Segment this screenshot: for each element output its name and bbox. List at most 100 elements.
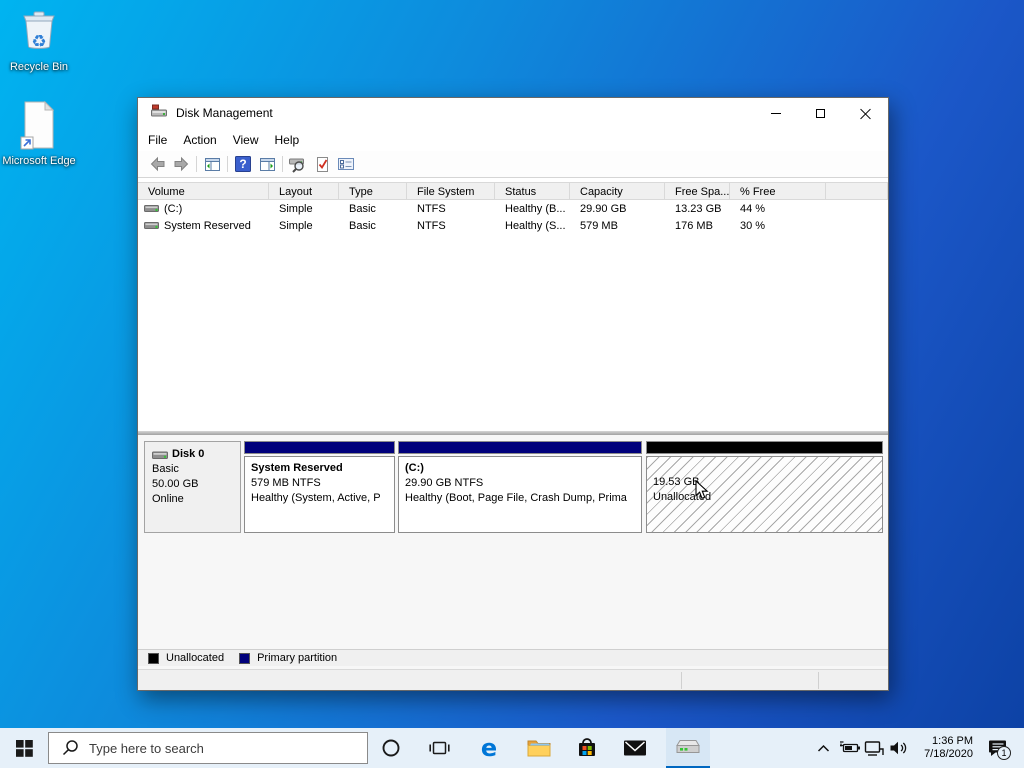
file-explorer-icon bbox=[527, 738, 551, 758]
mail-icon bbox=[623, 739, 647, 757]
row-type: Basic bbox=[339, 203, 407, 215]
task-view-button[interactable] bbox=[416, 728, 462, 768]
cortana-icon bbox=[381, 738, 401, 758]
column-header-type[interactable]: Type bbox=[339, 183, 407, 199]
rescan-disks-button[interactable] bbox=[286, 153, 310, 175]
menu-help[interactable]: Help bbox=[267, 130, 308, 150]
help-icon: ? bbox=[235, 156, 251, 172]
taskbar-mail-button[interactable] bbox=[612, 728, 658, 768]
close-icon bbox=[860, 108, 871, 119]
disk0-header-panel[interactable]: Disk 0 Basic 50.00 GB Online bbox=[144, 441, 241, 533]
start-button[interactable] bbox=[0, 728, 48, 768]
taskbar-clock[interactable]: 1:36 PM 7/18/2020 bbox=[903, 728, 975, 768]
cortana-button[interactable] bbox=[368, 728, 414, 768]
desktop-icon-recycle-bin[interactable]: ♻ Recycle Bin bbox=[0, 8, 78, 74]
row-layout: Simple bbox=[269, 203, 339, 215]
legend-unallocated-swatch bbox=[148, 653, 159, 664]
title-bar[interactable]: Disk Management bbox=[138, 98, 888, 128]
row-status: Healthy (S... bbox=[495, 220, 570, 232]
desktop-icon-microsoft-edge[interactable]: Microsoft Edge bbox=[0, 100, 78, 168]
taskbar: e bbox=[0, 728, 1024, 768]
help-button[interactable]: ? bbox=[231, 153, 255, 175]
check-document-icon bbox=[314, 156, 331, 173]
search-input[interactable] bbox=[89, 741, 339, 756]
show-console-tree-button[interactable] bbox=[200, 153, 224, 175]
notification-badge: 1 bbox=[997, 746, 1011, 760]
row-free-space: 13.23 GB bbox=[665, 203, 730, 215]
legend-bar: Unallocated Primary partition bbox=[138, 649, 888, 666]
volume-list-pane: Volume Layout Type File System Status Ca… bbox=[138, 178, 888, 431]
toolbar-separator bbox=[227, 156, 228, 172]
clock-time: 1:36 PM bbox=[932, 735, 973, 748]
column-header-volume[interactable]: Volume bbox=[138, 183, 269, 199]
microsoft-store-icon bbox=[575, 736, 599, 760]
volume-list-header: Volume Layout Type File System Status Ca… bbox=[138, 182, 888, 200]
column-header-capacity[interactable]: Capacity bbox=[570, 183, 665, 199]
recycle-bin-label: Recycle Bin bbox=[0, 60, 78, 74]
disk0-name: Disk 0 bbox=[172, 447, 204, 462]
table-row[interactable]: System Reserved Simple Basic NTFS Health… bbox=[138, 217, 888, 234]
taskbar-search[interactable] bbox=[48, 732, 368, 764]
partition-detail: 579 MB NTFS bbox=[251, 476, 394, 491]
window-title: Disk Management bbox=[176, 106, 273, 120]
menu-action[interactable]: Action bbox=[175, 130, 224, 150]
partition-system-reserved[interactable]: System Reserved 579 MB NTFS Healthy (Sys… bbox=[244, 441, 395, 533]
column-header-file-system[interactable]: File System bbox=[407, 183, 495, 199]
battery-charging-icon bbox=[839, 740, 862, 756]
legend-primary-swatch bbox=[239, 653, 250, 664]
menu-view[interactable]: View bbox=[225, 130, 267, 150]
hidden-icons-button[interactable] bbox=[812, 728, 834, 768]
column-header-status[interactable]: Status bbox=[495, 183, 570, 199]
column-header-layout[interactable]: Layout bbox=[269, 183, 339, 199]
chevron-up-icon bbox=[817, 744, 830, 753]
row-volume: (C:) bbox=[164, 203, 182, 215]
column-header-free-space[interactable]: Free Spa... bbox=[665, 183, 730, 199]
column-header-pct-free[interactable]: % Free bbox=[730, 183, 826, 199]
recycle-bin-icon: ♻ bbox=[0, 8, 78, 58]
show-action-pane-button[interactable] bbox=[255, 153, 279, 175]
taskbar-file-explorer-button[interactable] bbox=[516, 728, 562, 768]
taskbar-disk-management-button[interactable] bbox=[666, 728, 710, 768]
disk0-size: 50.00 GB bbox=[152, 477, 240, 492]
row-free-space: 176 MB bbox=[665, 220, 730, 232]
clock-date: 7/18/2020 bbox=[924, 748, 973, 761]
search-icon bbox=[61, 739, 79, 757]
edge-icon: e bbox=[476, 735, 502, 761]
maximize-button[interactable] bbox=[798, 98, 843, 128]
row-capacity: 29.90 GB bbox=[570, 203, 665, 215]
partition-c-drive[interactable]: (C:) 29.90 GB NTFS Healthy (Boot, Page F… bbox=[398, 441, 642, 533]
row-file-system: NTFS bbox=[407, 220, 495, 232]
taskbar-store-button[interactable] bbox=[564, 728, 610, 768]
disk-management-icon bbox=[675, 737, 701, 757]
partition-status: Healthy (System, Active, P bbox=[251, 491, 394, 506]
battery-tray-button[interactable] bbox=[838, 728, 862, 768]
row-status: Healthy (B... bbox=[495, 203, 570, 215]
close-button[interactable] bbox=[843, 98, 888, 128]
disk0-type: Basic bbox=[152, 462, 240, 477]
row-type: Basic bbox=[339, 220, 407, 232]
minimize-button[interactable] bbox=[753, 98, 798, 128]
mouse-cursor bbox=[695, 480, 709, 500]
partition-unallocated[interactable]: 19.53 GB Unallocated bbox=[646, 441, 883, 533]
legend-primary-label: Primary partition bbox=[257, 652, 337, 664]
network-tray-button[interactable] bbox=[862, 728, 886, 768]
check-disk-button[interactable] bbox=[310, 153, 334, 175]
properties-button[interactable] bbox=[334, 153, 358, 175]
svg-text:e: e bbox=[481, 735, 497, 761]
menu-file[interactable]: File bbox=[140, 130, 175, 150]
minimize-icon bbox=[771, 113, 781, 114]
table-row[interactable]: (C:) Simple Basic NTFS Healthy (B... 29.… bbox=[138, 200, 888, 217]
svg-text:?: ? bbox=[239, 157, 246, 171]
row-pct-free: 30 % bbox=[730, 220, 826, 232]
taskbar-edge-button[interactable]: e bbox=[466, 728, 512, 768]
partition-name: (C:) bbox=[405, 461, 641, 476]
unallocated-label: Unallocated bbox=[653, 490, 882, 505]
maximize-icon bbox=[816, 109, 825, 118]
disk-management-window: Disk Management File Action View Help bbox=[137, 97, 889, 691]
back-button[interactable] bbox=[145, 153, 169, 175]
volume-icon bbox=[144, 204, 159, 213]
column-header-blank bbox=[826, 183, 888, 199]
ethernet-network-icon bbox=[864, 740, 884, 757]
forward-button[interactable] bbox=[169, 153, 193, 175]
status-bar-divider bbox=[681, 672, 682, 689]
